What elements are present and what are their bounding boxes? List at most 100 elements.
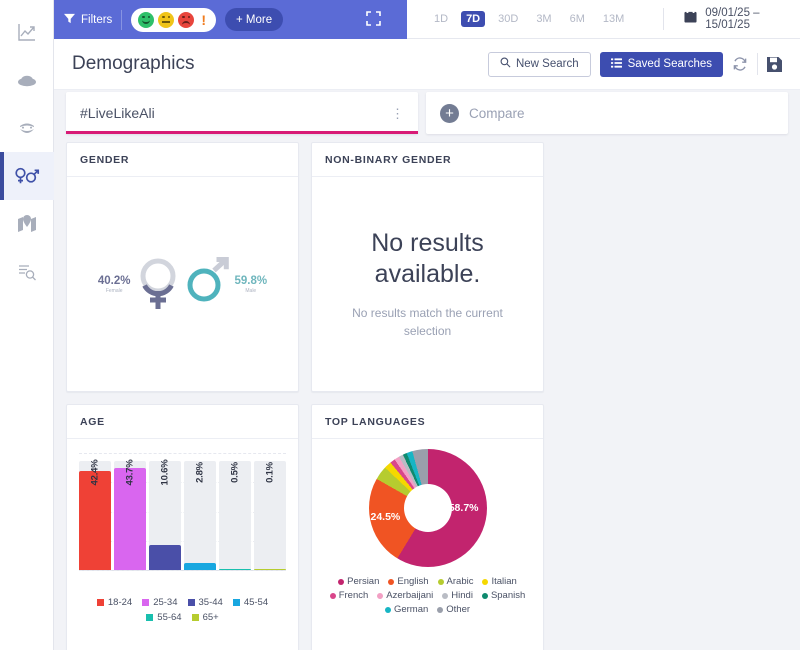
legend-label: English bbox=[397, 576, 429, 587]
save-icon[interactable] bbox=[767, 56, 782, 72]
age-bar-value: 42.4% bbox=[89, 459, 101, 486]
legend-label: Spanish bbox=[490, 590, 526, 601]
legend-dot bbox=[384, 606, 391, 613]
sentiment-filter-group[interactable]: ! bbox=[131, 7, 216, 32]
search-tag-field[interactable]: #LiveLikeAli ⋮ bbox=[66, 92, 418, 134]
language-legend-item: Hindi bbox=[442, 590, 473, 601]
filters-label: Filters bbox=[81, 13, 113, 26]
age-bar-value: 43.7% bbox=[124, 459, 136, 486]
card-title-nonbinary: NON-BINARY GENDER bbox=[312, 143, 543, 177]
languages-legend: Persian English Arabic Italian French Azerbai… bbox=[312, 567, 543, 615]
refresh-icon[interactable] bbox=[732, 56, 748, 72]
sidebar-item-sentiment[interactable] bbox=[0, 104, 54, 152]
age-bar-column: 0.5% bbox=[219, 453, 251, 570]
card-body-languages: 58.7% 24.5% Persian English Arabic Italian F… bbox=[312, 439, 543, 650]
more-label: + More bbox=[235, 13, 273, 26]
gender-male-stat: 59.8% Male bbox=[235, 275, 268, 294]
legend-label: 55-64 bbox=[157, 612, 182, 623]
legend-label: 65+ bbox=[202, 612, 219, 623]
map-pin-icon bbox=[17, 214, 37, 234]
card-nonbinary-gender: NON-BINARY GENDER No results available. … bbox=[311, 142, 544, 392]
age-legend-item: 65+ bbox=[191, 612, 219, 623]
legend-swatch bbox=[146, 614, 154, 621]
age-bar-column: 10.6% bbox=[149, 453, 181, 570]
language-legend-item: Other bbox=[437, 604, 470, 615]
language-legend-item: Azerbaijani bbox=[377, 590, 433, 601]
range-option-1d[interactable]: 1D bbox=[429, 11, 453, 27]
more-filters-button[interactable]: + More bbox=[224, 8, 284, 31]
happy-face-icon[interactable] bbox=[138, 11, 155, 28]
card-gender: GENDER 40.2% Female 59.8% Male bbox=[66, 142, 299, 392]
range-option-30d[interactable]: 30D bbox=[493, 11, 523, 27]
search-tag-value: #LiveLikeAli bbox=[80, 105, 155, 121]
calendar-icon[interactable] bbox=[684, 10, 697, 28]
saved-searches-button[interactable]: Saved Searches bbox=[599, 51, 723, 77]
tag-accent-underline bbox=[66, 131, 418, 134]
filters-zone: Filters ! + More bbox=[54, 0, 407, 39]
legend-label: Arabic bbox=[446, 576, 474, 587]
page-header: Demographics New Search Saved Searches bbox=[54, 39, 800, 90]
legend-label: 25-34 bbox=[153, 597, 178, 608]
legend-dot bbox=[437, 578, 444, 585]
legend-label: Hindi bbox=[451, 590, 473, 601]
age-legend-item: 25-34 bbox=[142, 597, 178, 608]
saved-searches-label: Saved Searches bbox=[627, 58, 712, 70]
legend-dot bbox=[377, 592, 384, 599]
demographics-dashboard: Filters ! + More 1D 7D 30D 3M 6M 13M 09/… bbox=[0, 0, 800, 650]
sidebar-item-trend-chart[interactable] bbox=[0, 8, 54, 56]
language-legend-item: Spanish bbox=[481, 590, 526, 601]
legend-swatch bbox=[96, 599, 104, 606]
sad-face-icon[interactable] bbox=[178, 11, 195, 28]
header-actions: New Search Saved Searches bbox=[487, 51, 782, 77]
legend-label: German bbox=[393, 604, 429, 615]
page-title: Demographics bbox=[72, 53, 195, 74]
filters-button[interactable]: Filters bbox=[64, 13, 112, 27]
fullscreen-icon[interactable] bbox=[366, 11, 381, 31]
legend-label: Persian bbox=[347, 576, 380, 587]
sidebar-item-demographics[interactable] bbox=[0, 152, 54, 200]
neutral-face-icon[interactable] bbox=[158, 11, 175, 28]
range-option-7d[interactable]: 7D bbox=[461, 11, 486, 27]
sidebar-item-map[interactable] bbox=[0, 200, 54, 248]
range-option-3m[interactable]: 3M bbox=[531, 11, 556, 27]
legend-dot bbox=[388, 578, 395, 585]
male-label: Male bbox=[245, 287, 257, 294]
female-label: Female bbox=[105, 287, 123, 294]
sidebar bbox=[0, 0, 54, 650]
age-bar-chart: 42.4% 43.7% 10.6% 2.8% 0.5% 0.1% bbox=[67, 439, 298, 589]
legend-dot bbox=[482, 578, 489, 585]
divider bbox=[757, 53, 758, 75]
age-plot-area: 42.4% 43.7% 10.6% 2.8% 0.5% 0.1% bbox=[79, 453, 286, 571]
list-search-icon bbox=[17, 263, 37, 281]
new-search-button[interactable]: New Search bbox=[487, 51, 591, 77]
legend-dot bbox=[481, 592, 488, 599]
age-bar-value: 0.5% bbox=[229, 462, 241, 483]
cloud-icon bbox=[16, 72, 38, 88]
card-title-age: AGE bbox=[67, 405, 298, 439]
age-bar bbox=[79, 470, 111, 570]
age-legend: 18-24 25-34 35-44 45-54 55-64 65+ bbox=[67, 589, 298, 623]
age-legend-item: 18-24 bbox=[96, 597, 132, 608]
language-legend-item: German bbox=[384, 604, 429, 615]
card-top-languages: TOP LANGUAGES 58.7% 24.5% Persian English… bbox=[311, 404, 544, 650]
legend-swatch bbox=[232, 599, 240, 606]
more-vertical-icon[interactable]: ⋮ bbox=[391, 107, 404, 120]
sentiment-face-icon bbox=[17, 119, 37, 137]
compare-label: Compare bbox=[469, 105, 525, 121]
languages-donut-chart: 58.7% 24.5% bbox=[368, 449, 487, 567]
plus-circle-icon: + bbox=[440, 103, 459, 123]
range-option-13m[interactable]: 13M bbox=[598, 11, 629, 27]
exclamation-icon[interactable]: ! bbox=[198, 13, 209, 27]
age-bar-value: 0.1% bbox=[264, 462, 276, 483]
compare-button[interactable]: + Compare bbox=[426, 92, 788, 134]
legend-label: Azerbaijani bbox=[386, 590, 434, 601]
new-search-label: New Search bbox=[515, 58, 579, 70]
date-range-value[interactable]: 09/01/25 – 15/01/25 bbox=[705, 7, 800, 31]
funnel-icon bbox=[64, 13, 75, 27]
range-option-6m[interactable]: 6M bbox=[565, 11, 590, 27]
gender-symbols-icon bbox=[14, 166, 40, 186]
sidebar-item-word-cloud[interactable] bbox=[0, 56, 54, 104]
sidebar-item-results[interactable] bbox=[0, 248, 54, 296]
male-percent: 59.8% bbox=[234, 274, 268, 287]
search-row: #LiveLikeAli ⋮ + Compare bbox=[66, 92, 788, 134]
